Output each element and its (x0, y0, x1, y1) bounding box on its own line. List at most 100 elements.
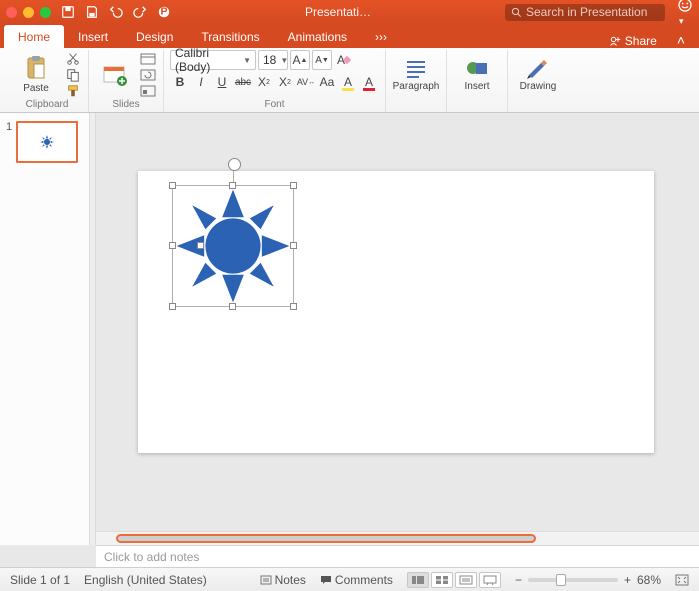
tab-transitions[interactable]: Transitions (187, 25, 273, 48)
insert-button[interactable]: Insert (453, 50, 501, 98)
drawing-label: Drawing (520, 81, 557, 92)
slide-thumbnail-1[interactable] (16, 121, 78, 163)
autosave-icon[interactable] (61, 5, 75, 19)
reset-icon[interactable] (139, 68, 157, 82)
resize-handle-nw[interactable] (169, 182, 176, 189)
notes-icon (260, 575, 272, 585)
ribbon: Paste Clipboard Slides Calibri (Bo (0, 48, 699, 113)
tabs-overflow[interactable]: ››› (361, 25, 401, 48)
group-font-label: Font (264, 99, 284, 112)
notes-placeholder: Click to add notes (104, 550, 199, 564)
slideshow-view-button[interactable] (479, 572, 501, 588)
cut-icon[interactable] (64, 52, 82, 66)
shapes-icon (464, 57, 490, 79)
reading-view-button[interactable] (455, 572, 477, 588)
fit-to-window-button[interactable] (675, 574, 689, 586)
group-clipboard-label: Clipboard (26, 99, 69, 112)
zoom-out-button[interactable]: − (515, 573, 522, 587)
svg-text:P: P (160, 6, 167, 18)
font-color-button[interactable]: A (359, 72, 379, 92)
workspace: 1 (0, 113, 699, 545)
search-input[interactable]: Search in Presentation (505, 4, 665, 21)
resize-handle-ne[interactable] (290, 182, 297, 189)
view-switcher (407, 572, 501, 588)
sun-shape-icon[interactable] (173, 186, 293, 306)
shape-selection[interactable] (172, 185, 294, 307)
close-window-icon[interactable] (6, 7, 17, 18)
tab-design[interactable]: Design (122, 25, 187, 48)
italic-button[interactable]: I (191, 72, 211, 92)
group-clipboard: Paste Clipboard (6, 50, 89, 112)
highlight-button[interactable]: A (338, 72, 358, 92)
slide[interactable] (138, 171, 654, 453)
copy-icon[interactable] (64, 68, 82, 82)
group-slides: Slides (89, 50, 164, 112)
section-icon[interactable] (139, 84, 157, 98)
clear-format-button[interactable]: A (334, 50, 354, 70)
zoom-slider[interactable] (528, 578, 618, 582)
tab-insert[interactable]: Insert (64, 25, 122, 48)
feedback-icon[interactable]: ▾ (677, 0, 693, 27)
language-indicator[interactable]: English (United States) (84, 573, 207, 587)
strikethrough-button[interactable]: abc (233, 72, 253, 92)
resize-handle-sw[interactable] (169, 303, 176, 310)
paste-button[interactable]: Paste (12, 51, 60, 99)
quick-access-toolbar (61, 5, 147, 19)
horizontal-scrollbar[interactable] (96, 531, 699, 545)
change-case-button[interactable]: Aa (317, 72, 337, 92)
tab-animations[interactable]: Animations (274, 25, 361, 48)
subscript-button[interactable]: X2 (254, 72, 274, 92)
paragraph-label: Paragraph (393, 81, 440, 92)
paragraph-button[interactable]: Paragraph (392, 50, 440, 98)
share-button[interactable]: Share (599, 34, 667, 48)
layout-icon[interactable] (139, 52, 157, 66)
rotate-handle[interactable] (233, 168, 234, 182)
font-name-select[interactable]: Calibri (Body)▼ (170, 50, 256, 70)
scrollbar-thumb[interactable] (116, 534, 536, 543)
bold-button[interactable]: B (170, 72, 190, 92)
zoom-in-button[interactable]: + (624, 573, 631, 587)
zoom-window-icon[interactable] (40, 7, 51, 18)
redo-icon[interactable] (133, 5, 147, 19)
normal-view-button[interactable] (407, 572, 429, 588)
group-drawing: Drawing (508, 50, 568, 112)
resize-handle-se[interactable] (290, 303, 297, 310)
tab-home[interactable]: Home (4, 25, 64, 48)
app-badge-icon: P (157, 5, 171, 19)
document-title: Presentati… (171, 5, 505, 19)
collapse-ribbon-icon[interactable]: ˄ (667, 32, 695, 48)
resize-handle-e[interactable] (290, 242, 297, 249)
zoom-slider-thumb[interactable] (556, 574, 566, 586)
insert-label: Insert (464, 81, 489, 92)
resize-handle-n[interactable] (229, 182, 236, 189)
new-slide-button[interactable] (95, 51, 135, 99)
slide-indicator[interactable]: Slide 1 of 1 (10, 573, 70, 587)
drawing-button[interactable]: Drawing (514, 50, 562, 98)
minimize-window-icon[interactable] (23, 7, 34, 18)
grow-font-button[interactable]: A▲ (290, 50, 310, 70)
paragraph-icon (403, 57, 429, 79)
save-icon[interactable] (85, 5, 99, 19)
paste-label: Paste (23, 83, 49, 94)
new-slide-icon (102, 64, 128, 86)
font-size-select[interactable]: 18▼ (258, 50, 288, 70)
underline-button[interactable]: U (212, 72, 232, 92)
sorter-view-button[interactable] (431, 572, 453, 588)
resize-handle-s[interactable] (229, 303, 236, 310)
shrink-font-button[interactable]: A▼ (312, 50, 332, 70)
resize-handle-w[interactable] (169, 242, 176, 249)
notes-toggle[interactable]: Notes (260, 573, 306, 587)
superscript-button[interactable]: X2 (275, 72, 295, 92)
undo-icon[interactable] (109, 5, 123, 19)
group-slides-label: Slides (112, 99, 139, 112)
slide-canvas[interactable] (96, 113, 699, 545)
slide-thumbnails: 1 (0, 113, 90, 545)
notes-input[interactable]: Click to add notes (96, 545, 699, 567)
search-placeholder: Search in Presentation (526, 5, 647, 19)
char-spacing-button[interactable]: AV↔ (296, 72, 316, 92)
zoom-level[interactable]: 68% (637, 573, 661, 587)
format-painter-icon[interactable] (64, 84, 82, 98)
adjust-handle[interactable] (197, 242, 204, 249)
group-font: Calibri (Body)▼ 18▼ A▲ A▼ A B I U abc X2… (164, 50, 386, 112)
comments-toggle[interactable]: Comments (320, 573, 393, 587)
